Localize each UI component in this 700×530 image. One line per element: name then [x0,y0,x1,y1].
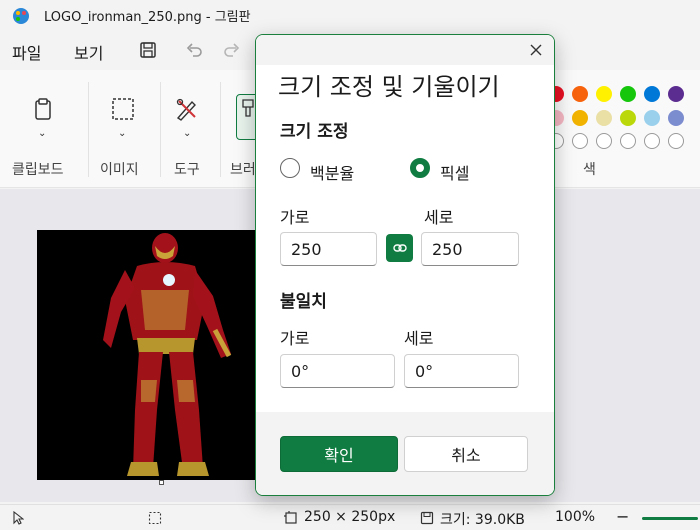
color-swatch-gold[interactable] [572,110,588,126]
undo-icon[interactable] [184,40,204,60]
color-swatch-empty[interactable] [596,133,612,149]
canvas-size-icon [284,511,297,524]
zoom-level: 100% [555,509,596,525]
clipboard-dropdown-icon[interactable]: ⌄ [38,128,46,139]
skew-horizontal-input[interactable] [280,354,395,388]
zoom-slider[interactable] [642,517,698,520]
link-icon [392,244,407,252]
tools-dropdown-icon[interactable]: ⌄ [183,128,191,139]
height-input[interactable] [421,232,519,266]
clipboard-label: 클립보드 [12,162,64,178]
brush-label: 브러 [230,162,256,178]
color-swatch-lavender[interactable] [668,110,684,126]
color-swatch-blue[interactable] [644,86,660,102]
color-swatch-purple[interactable] [668,86,684,102]
selection-size-icon [148,511,162,525]
ironman-figure-image [103,233,232,476]
color-swatch-lightblue[interactable] [644,110,660,126]
ribbon-divider [160,82,161,177]
file-size-icon [420,511,434,525]
resize-section-title: 크기 조정 [280,122,349,142]
skew-horizontal-label: 가로 [280,329,310,348]
title-bar: LOGO_ironman_250.png - 그림판 [0,0,700,32]
color-swatch-empty[interactable] [668,133,684,149]
menu-file[interactable]: 파일 [12,40,41,64]
skew-section-title: 불일치 [280,292,327,312]
file-size: 크기: 39.0KB [440,512,525,528]
percent-radio-label[interactable]: 백분율 [310,160,354,184]
save-icon[interactable] [138,40,158,60]
ok-button[interactable]: 확인 [280,436,398,472]
color-swatch-cream[interactable] [596,110,612,126]
image-dropdown-icon[interactable]: ⌄ [118,128,126,139]
colors-label: 색 [583,162,596,178]
canvas-dimensions: 250 × 250px [304,509,396,525]
image-label: 이미지 [100,162,139,178]
tools-label: 도구 [174,162,200,178]
skew-vertical-label: 세로 [404,329,434,348]
width-input[interactable] [280,232,377,266]
dialog-title: 크기 조정 및 기울이기 [278,73,500,101]
pointer-icon [13,511,24,525]
clipboard-icon[interactable] [30,96,56,122]
height-label: 세로 [424,208,454,227]
dialog-titlebar [256,35,554,65]
color-swatch-empty[interactable] [572,133,588,149]
maintain-aspect-ratio-button[interactable] [386,234,413,262]
redo-icon[interactable] [222,40,242,60]
width-label: 가로 [280,208,310,227]
pixel-radio[interactable] [410,158,430,178]
color-swatch-green[interactable] [620,86,636,102]
window-title: LOGO_ironman_250.png - 그림판 [44,10,251,25]
color-swatch-lime[interactable] [620,110,636,126]
tools-icon[interactable] [174,96,200,122]
color-swatch-orange[interactable] [572,86,588,102]
ribbon-divider [88,82,89,177]
canvas-resize-handle[interactable] [159,480,164,485]
cancel-button[interactable]: 취소 [404,436,528,472]
menu-view[interactable]: 보기 [74,40,103,64]
dialog-footer: 확인 취소 [256,412,554,495]
color-swatch-empty[interactable] [620,133,636,149]
image-canvas[interactable] [37,230,287,480]
color-swatch-yellow[interactable] [596,86,612,102]
color-swatch-empty[interactable] [644,133,660,149]
percent-radio[interactable] [280,158,300,178]
select-icon[interactable] [110,96,136,122]
skew-vertical-input[interactable] [404,354,519,388]
ribbon-divider [220,82,221,177]
status-bar: 250 × 250px 크기: 39.0KB 100% − [0,504,700,530]
resize-skew-dialog: 크기 조정 및 기울이기 크기 조정 백분율 픽셀 가로 세로 불일치 가로 세… [255,34,555,496]
close-icon[interactable] [526,40,546,60]
paint-app-icon [13,8,29,24]
zoom-out-icon[interactable]: − [616,507,629,526]
pixel-radio-label[interactable]: 픽셀 [440,160,469,184]
